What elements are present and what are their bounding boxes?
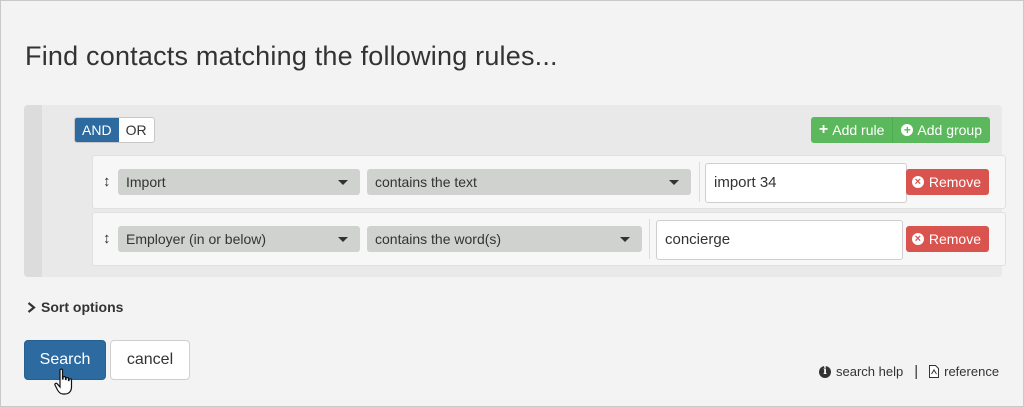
operator-select[interactable]: contains the text <box>367 169 691 195</box>
rule-row: ↕ Import contains the text import 34 × R… <box>92 155 1006 209</box>
field-select-value: Employer (in or below) <box>126 231 267 247</box>
caret-down-icon <box>620 237 630 242</box>
remove-rule-button[interactable]: × Remove <box>905 169 989 195</box>
and-button[interactable]: AND <box>75 118 119 142</box>
move-handle-icon[interactable]: ↕ <box>103 230 111 247</box>
value-input[interactable]: concierge <box>656 220 903 260</box>
rule-divider <box>649 219 650 259</box>
query-builder: AND OR + Add rule + Add group ↕ Import c… <box>24 105 1006 277</box>
caret-down-icon <box>338 237 348 242</box>
chevron-right-icon <box>27 302 36 313</box>
times-circle-icon: × <box>911 176 924 188</box>
group-actions: + Add rule + Add group <box>810 117 990 143</box>
pdf-file-icon <box>929 365 940 378</box>
search-help-link[interactable]: search help <box>836 364 903 379</box>
info-circle-icon: i <box>819 365 831 378</box>
add-group-button[interactable]: + Add group <box>892 117 990 143</box>
field-select-value: Import <box>126 174 166 190</box>
page-title: Find contacts matching the following rul… <box>25 41 558 71</box>
operator-select-value: contains the word(s) <box>375 231 502 247</box>
sort-options-toggle[interactable]: Sort options <box>27 299 123 315</box>
help-links: i search help | reference <box>819 363 999 380</box>
condition-toggle: AND OR <box>74 117 155 143</box>
move-handle-icon[interactable]: ↕ <box>103 173 111 190</box>
remove-rule-button[interactable]: × Remove <box>905 226 989 252</box>
caret-down-icon <box>669 180 679 185</box>
operator-select-value: contains the text <box>375 174 477 190</box>
remove-rule-label: Remove <box>928 174 981 190</box>
sort-options-label: Sort options <box>41 299 124 315</box>
rule-row: ↕ Employer (in or below) contains the wo… <box>92 212 1006 266</box>
add-group-label: Add group <box>917 122 982 138</box>
remove-rule-label: Remove <box>928 231 981 247</box>
caret-down-icon <box>338 180 348 185</box>
add-rule-button[interactable]: + Add rule <box>810 117 893 143</box>
value-input[interactable]: import 34 <box>705 163 907 203</box>
cancel-button[interactable]: cancel <box>110 340 190 380</box>
or-button[interactable]: OR <box>119 118 154 142</box>
field-select[interactable]: Import <box>118 169 360 195</box>
reference-link[interactable]: reference <box>944 364 999 379</box>
add-rule-label: Add rule <box>832 122 885 138</box>
times-circle-icon: × <box>911 233 924 245</box>
rule-divider <box>699 162 700 202</box>
plus-circle-icon: + <box>901 124 914 136</box>
plus-icon: + <box>818 121 829 138</box>
link-separator: | <box>914 363 919 380</box>
operator-select[interactable]: contains the word(s) <box>367 226 642 252</box>
field-select[interactable]: Employer (in or below) <box>118 226 360 252</box>
page-frame: Find contacts matching the following rul… <box>0 0 1024 407</box>
hand-pointer-icon <box>54 368 73 395</box>
